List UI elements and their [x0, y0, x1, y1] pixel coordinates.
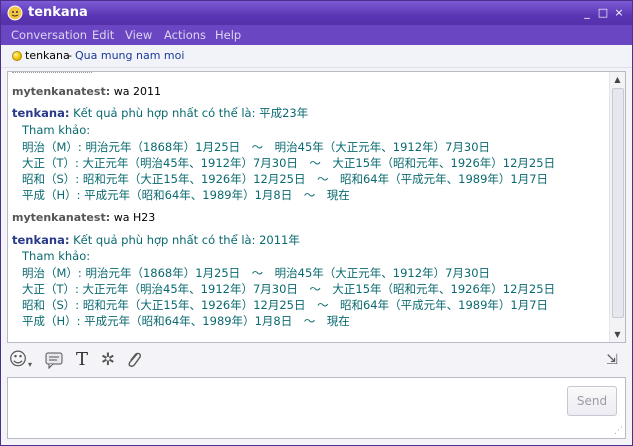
- message-input[interactable]: Send ⋰: [7, 377, 626, 439]
- scroll-thumb[interactable]: [612, 88, 624, 318]
- window-title: tenkana: [28, 5, 88, 20]
- message-row: tenkana: Kết quả phù hợp nhất có thể là:…: [12, 232, 300, 248]
- composer-toolbar: ☺ ▾ T ✲ ⇲: [7, 347, 626, 373]
- truncated-line: [12, 72, 92, 76]
- message-line: 大正（T）: 大正元年（明治45年、1912年）7月30日 ～ 大正15年（昭和…: [22, 282, 556, 296]
- minimize-button[interactable]: _: [580, 6, 594, 20]
- contact-name[interactable]: tenkana: [25, 49, 70, 62]
- menu-bar: Conversation Edit View Actions Help: [1, 25, 632, 45]
- font-icon[interactable]: T: [71, 350, 93, 370]
- message-text: Kết quả phù hợp nhất có thể là: 平成23年: [73, 106, 309, 120]
- message-sender: tenkana:: [12, 106, 70, 120]
- message-row: mytenkanatest: wa H23: [12, 210, 155, 224]
- settings-icon[interactable]: ✲: [97, 350, 119, 370]
- chat-scrollbar[interactable]: ▲ ▼: [609, 72, 625, 342]
- message-line: Tham khảo:: [22, 123, 91, 137]
- conversation-history[interactable]: mytenkanatest: wa 2011 tenkana: Kết quả …: [7, 71, 626, 343]
- menu-view[interactable]: View: [125, 28, 152, 42]
- menu-conversation[interactable]: Conversation: [11, 28, 87, 42]
- maximize-button[interactable]: □: [596, 6, 610, 20]
- message-line: 平成（H）: 平成元年（昭和64年、1989年）1月8日 ～ 現在: [22, 314, 350, 328]
- message-row: mytenkanatest: wa 2011: [12, 84, 161, 98]
- message-line: 明治（M）: 明治元年（1868年）1月25日 ～ 明治45年（大正元年、191…: [22, 266, 491, 280]
- attach-icon[interactable]: [123, 350, 145, 370]
- chat-window: tenkana _ □ × Conversation Edit View Act…: [0, 0, 633, 446]
- menu-help[interactable]: Help: [215, 28, 241, 42]
- message-line: 平成（H）: 平成元年（昭和64年、1989年）1月8日 ～ 現在: [22, 188, 350, 202]
- title-bar[interactable]: tenkana _ □ ×: [1, 1, 632, 25]
- message-sender: mytenkanatest:: [12, 211, 111, 224]
- messenger-icon: [7, 5, 23, 21]
- message-text: wa H23: [113, 211, 156, 224]
- message-sender: mytenkanatest:: [12, 85, 111, 98]
- message-text: wa 2011: [113, 85, 161, 98]
- message-row: tenkana: Kết quả phù hợp nhất có thể là:…: [12, 105, 308, 121]
- send-button[interactable]: Send: [567, 386, 617, 416]
- message-line: 昭和（S）: 昭和元年（大正15年、1926年）12月25日 ～ 昭和64年（平…: [22, 298, 549, 312]
- close-button[interactable]: ×: [612, 6, 626, 20]
- contact-separator: -: [68, 49, 72, 62]
- message-line: Tham khảo:: [22, 249, 91, 263]
- message-sender: tenkana:: [12, 233, 70, 247]
- scroll-down-icon[interactable]: ▼: [611, 328, 624, 341]
- scroll-up-icon[interactable]: ▲: [611, 73, 624, 86]
- message-text: Kết quả phù hợp nhất có thể là: 2011年: [73, 233, 300, 247]
- contact-bar: tenkana - Qua mung nam moi: [1, 45, 632, 68]
- message-line: 大正（T）: 大正元年（明治45年、1912年）7月30日 ～ 大正15年（昭和…: [22, 156, 556, 170]
- menu-edit[interactable]: Edit: [92, 28, 114, 42]
- contact-status-message: Qua mung nam moi: [75, 49, 185, 62]
- window-controls: _ □ ×: [580, 6, 626, 20]
- contact-card-icon[interactable]: ⇲: [601, 350, 623, 370]
- message-line: 明治（M）: 明治元年（1868年）1月25日 ～ 明治45年（大正元年、191…: [22, 140, 491, 154]
- wink-icon[interactable]: [43, 350, 65, 370]
- resize-grip-icon[interactable]: ⋰: [614, 426, 623, 436]
- message-line: 昭和（S）: 昭和元年（大正15年、1926年）12月25日 ～ 昭和64年（平…: [22, 172, 549, 186]
- menu-actions[interactable]: Actions: [164, 28, 206, 42]
- online-status-icon: [12, 51, 22, 61]
- chevron-down-icon[interactable]: ▾: [25, 355, 35, 375]
